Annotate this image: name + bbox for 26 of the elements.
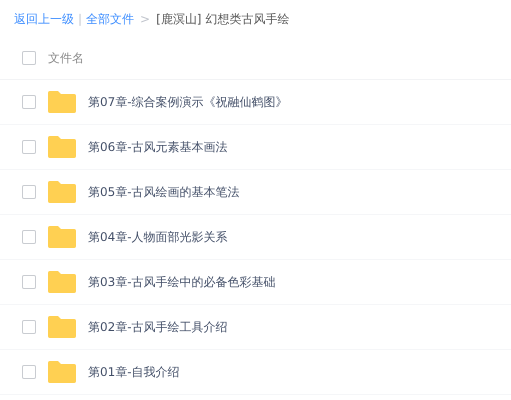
file-name[interactable]: 第05章-古风绘画的基本笔法 bbox=[88, 183, 240, 201]
checkbox[interactable] bbox=[22, 365, 36, 379]
current-folder: [鹿溟山] 幻想类古风手绘 bbox=[156, 11, 290, 28]
file-name[interactable]: 第03章-古风手绘中的必备色彩基础 bbox=[88, 273, 276, 291]
file-name[interactable]: 第06章-古风元素基本画法 bbox=[88, 138, 228, 156]
checkbox[interactable] bbox=[22, 275, 36, 289]
file-name[interactable]: 第02章-古风手绘工具介绍 bbox=[88, 318, 228, 336]
checkbox[interactable] bbox=[22, 230, 36, 244]
folder-icon bbox=[48, 316, 76, 338]
checkbox[interactable] bbox=[22, 185, 36, 199]
chevron: > bbox=[139, 11, 152, 28]
column-header: 文件名 bbox=[48, 50, 84, 66]
folder-icon bbox=[48, 271, 76, 293]
checkbox[interactable] bbox=[22, 140, 36, 154]
checkbox[interactable] bbox=[22, 320, 36, 334]
folder-icon bbox=[48, 91, 76, 113]
checkbox[interactable] bbox=[22, 50, 36, 64]
checkbox[interactable] bbox=[22, 95, 36, 109]
file-name[interactable]: 第04章-人物面部光影关系 bbox=[88, 228, 228, 246]
separator: | bbox=[78, 11, 82, 28]
folder-icon bbox=[48, 361, 76, 383]
file-name[interactable]: 第07章-综合案例演示《祝融仙鹤图》 bbox=[88, 93, 288, 111]
file-name[interactable]: 第01章-自我介绍 bbox=[88, 363, 180, 381]
folder-icon bbox=[48, 136, 76, 158]
folder-icon bbox=[48, 226, 76, 248]
folder-icon bbox=[48, 181, 76, 203]
